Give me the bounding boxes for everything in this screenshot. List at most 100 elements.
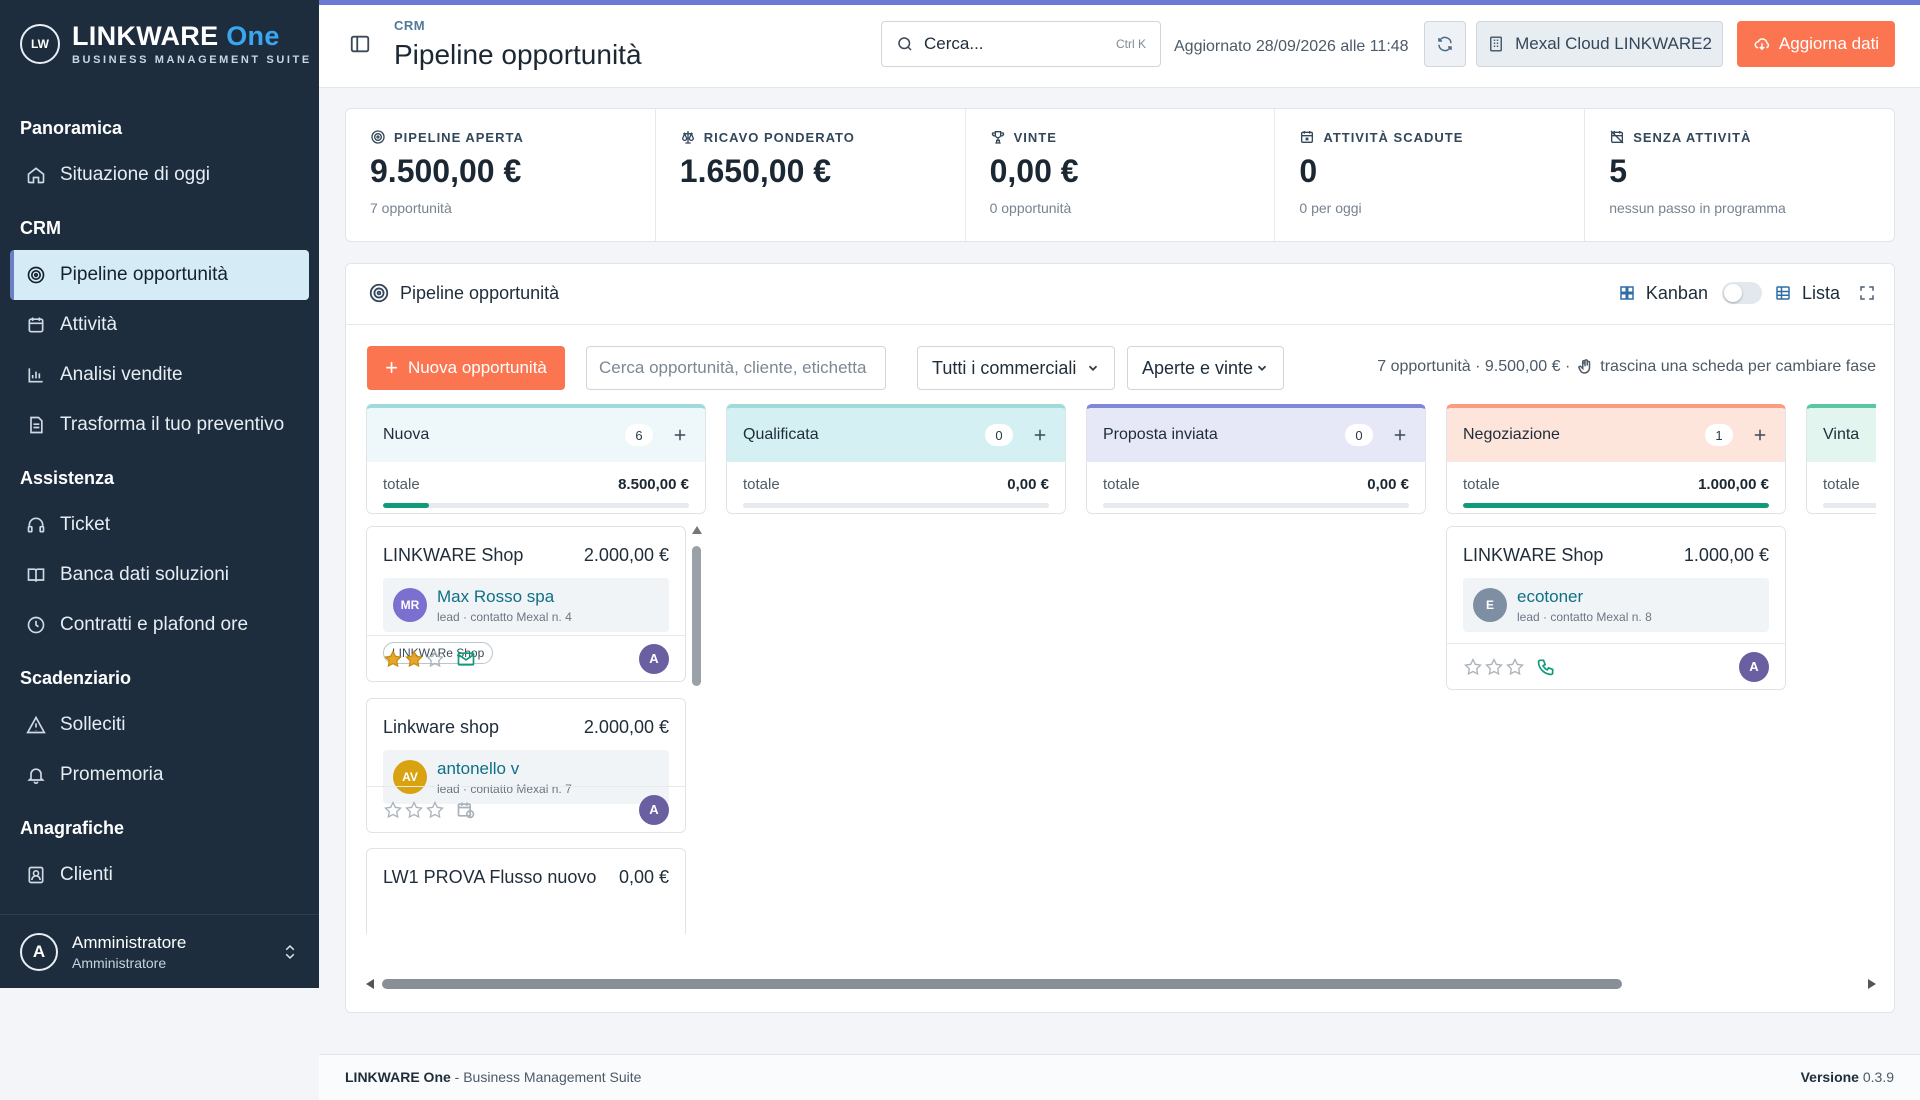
add-icon[interactable] bbox=[671, 426, 689, 444]
mail-icon[interactable] bbox=[456, 649, 476, 669]
star-empty-icon[interactable] bbox=[383, 800, 403, 820]
column-count-badge: 6 bbox=[625, 424, 653, 446]
breadcrumb[interactable]: CRM bbox=[394, 18, 425, 33]
star-empty-icon[interactable] bbox=[425, 800, 445, 820]
global-search-input[interactable]: Cerca... Ctrl K bbox=[881, 21, 1161, 67]
owner-avatar[interactable]: A bbox=[1739, 651, 1769, 682]
user-name: Amministratore bbox=[72, 932, 187, 952]
rating-stars[interactable] bbox=[383, 800, 446, 820]
scroll-right-arrow[interactable] bbox=[1868, 979, 1876, 989]
star-filled-icon[interactable] bbox=[383, 649, 403, 669]
sidebar-item-preventivo[interactable]: Trasforma il tuo preventivo bbox=[10, 400, 309, 450]
sidebar-item-analisi[interactable]: Analisi vendite bbox=[10, 350, 309, 400]
view-toggle[interactable] bbox=[1721, 282, 1762, 304]
user-menu[interactable]: A Amministratore Amministratore bbox=[0, 914, 319, 988]
contact-name[interactable]: ecotoner bbox=[1517, 587, 1652, 607]
sidebar-item-solleciti[interactable]: Solleciti bbox=[10, 700, 309, 750]
view-kanban-label[interactable]: Kanban bbox=[1646, 283, 1708, 304]
card-contact[interactable]: MR Max Rosso spa lead · contatto Mexal n.… bbox=[383, 578, 669, 632]
new-opportunity-button[interactable]: + Nuova opportunità bbox=[367, 346, 565, 390]
sidebar-item-promemoria[interactable]: Promemoria bbox=[10, 750, 309, 800]
column-progress bbox=[1463, 503, 1769, 508]
star-empty-icon[interactable] bbox=[1505, 657, 1525, 677]
refresh-button[interactable] bbox=[1424, 21, 1466, 67]
scroll-left-arrow[interactable] bbox=[366, 979, 374, 989]
update-data-label: Aggiorna dati bbox=[1778, 34, 1880, 53]
card-footer: A bbox=[367, 786, 685, 832]
kpi-label: SENZA ATTIVITÀ bbox=[1633, 129, 1752, 145]
sidebar-item-pipeline[interactable]: Pipeline opportunità bbox=[10, 250, 309, 300]
calendar-icon bbox=[28, 317, 44, 333]
sidebar-item-label: Situazione di oggi bbox=[60, 164, 210, 185]
nav-section-assistenza: Assistenza bbox=[20, 468, 115, 488]
owner-avatar[interactable]: A bbox=[639, 643, 669, 674]
target-icon bbox=[369, 283, 389, 303]
kpi-label: PIPELINE APERTA bbox=[394, 129, 524, 145]
sales-filter-select[interactable]: Tutti i commerciali bbox=[917, 346, 1115, 390]
column-progress bbox=[1103, 503, 1409, 508]
scroll-up-arrow[interactable] bbox=[692, 526, 702, 534]
brand[interactable]: LW LINKWARE One BUSINESS MANAGEMENT SUIT… bbox=[20, 22, 312, 66]
mexal-cloud-button[interactable]: Mexal Cloud LINKWARE2 bbox=[1476, 21, 1723, 67]
sidebar-item-banca-dati[interactable]: Banca dati soluzioni bbox=[10, 550, 309, 600]
sidebar-item-attivita[interactable]: Attività bbox=[10, 300, 309, 350]
column-total-label: totale bbox=[743, 476, 780, 493]
opportunity-card[interactable]: LINKWARE Shop 2.000,00 € MR Max Rosso spa… bbox=[366, 526, 686, 682]
contact-name[interactable]: antonello v bbox=[437, 759, 572, 779]
board-horizontal-scrollbar[interactable] bbox=[366, 976, 1876, 992]
rating-stars[interactable] bbox=[383, 649, 446, 669]
footer-version: Versione 0.3.9 bbox=[1800, 1069, 1894, 1085]
kpi-value: 1.650,00 € bbox=[679, 153, 832, 189]
scroll-thumb[interactable] bbox=[692, 546, 701, 686]
fullscreen-icon[interactable] bbox=[1858, 284, 1876, 302]
sidebar-item-situazione[interactable]: Situazione di oggi bbox=[10, 150, 309, 200]
opportunity-card[interactable]: Linkware shop 2.000,00 € AV antonello v le… bbox=[366, 698, 686, 833]
sidebar-item-contratti[interactable]: Contratti e plafond ore bbox=[10, 600, 309, 650]
column-title-bar: Qualificata 0 bbox=[727, 408, 1065, 462]
star-filled-icon[interactable] bbox=[404, 649, 424, 669]
contact-name[interactable]: Max Rosso spa bbox=[437, 587, 572, 607]
headset-icon bbox=[27, 517, 45, 533]
kpi-value: 9.500,00 € bbox=[370, 153, 522, 189]
add-icon[interactable] bbox=[1751, 426, 1769, 444]
card-contact[interactable]: E ecotoner lead · contatto Mexal n. 8 bbox=[1463, 578, 1769, 632]
sidebar-item-clienti[interactable]: Clienti bbox=[10, 850, 309, 900]
opportunity-card[interactable]: LW1 PROVA Flusso nuovo 0,00 € bbox=[366, 848, 686, 934]
update-data-button[interactable]: Aggiorna dati bbox=[1737, 21, 1895, 67]
top-bar: CRM Pipeline opportunità Cerca... Ctrl K… bbox=[319, 0, 1920, 88]
column-title-bar: Proposta inviata 0 bbox=[1087, 408, 1425, 462]
footer-brand: LINKWARE One - Business Management Suite bbox=[345, 1069, 642, 1085]
star-empty-icon[interactable] bbox=[1484, 657, 1504, 677]
view-list-label[interactable]: Lista bbox=[1802, 283, 1840, 304]
star-empty-icon[interactable] bbox=[1463, 657, 1483, 677]
column-total: 1.000,00 € bbox=[1698, 476, 1769, 493]
star-empty-icon[interactable] bbox=[425, 649, 445, 669]
column-scrollbar[interactable] bbox=[689, 526, 705, 934]
calendar-clock-icon[interactable] bbox=[456, 800, 476, 820]
opportunity-search-input[interactable]: Cerca opportunità, cliente, etichetta bbox=[586, 346, 886, 390]
opportunity-card[interactable]: LINKWARE Shop 1.000,00 € E ecotoner lead ·… bbox=[1446, 526, 1786, 690]
sidebar-item-label: Solleciti bbox=[60, 714, 126, 735]
card-title: LINKWARE Shop bbox=[383, 545, 524, 565]
add-icon[interactable] bbox=[1031, 426, 1049, 444]
card-amount: 0,00 € bbox=[618, 867, 669, 887]
column-name: Nuova bbox=[383, 426, 430, 443]
owner-avatar[interactable]: A bbox=[639, 794, 669, 825]
kpi-label: VINTE bbox=[1013, 129, 1057, 145]
card-amount: 1.000,00 € bbox=[1683, 545, 1769, 565]
kpi-pipeline-aperta: PIPELINE APERTA 9.500,00 € 7 opportunità bbox=[346, 109, 656, 241]
add-icon[interactable] bbox=[1391, 426, 1409, 444]
sidebar-item-label: Pipeline opportunità bbox=[60, 264, 228, 285]
scroll-thumb[interactable] bbox=[382, 979, 1622, 989]
sidebar-toggle-icon[interactable] bbox=[349, 33, 371, 55]
star-empty-icon[interactable] bbox=[404, 800, 424, 820]
sidebar-item-ticket[interactable]: Ticket bbox=[10, 500, 309, 550]
column-total-label: totale bbox=[1103, 476, 1140, 493]
phone-icon[interactable] bbox=[1536, 657, 1556, 677]
status-filter-select[interactable]: Aperte e vinte bbox=[1127, 346, 1284, 390]
avatar: A bbox=[20, 932, 58, 971]
brand-logo: LW bbox=[20, 24, 60, 64]
rating-stars[interactable] bbox=[1463, 657, 1526, 677]
target-icon bbox=[27, 266, 45, 284]
kpi-sub: 0 opportunità bbox=[989, 200, 1072, 216]
